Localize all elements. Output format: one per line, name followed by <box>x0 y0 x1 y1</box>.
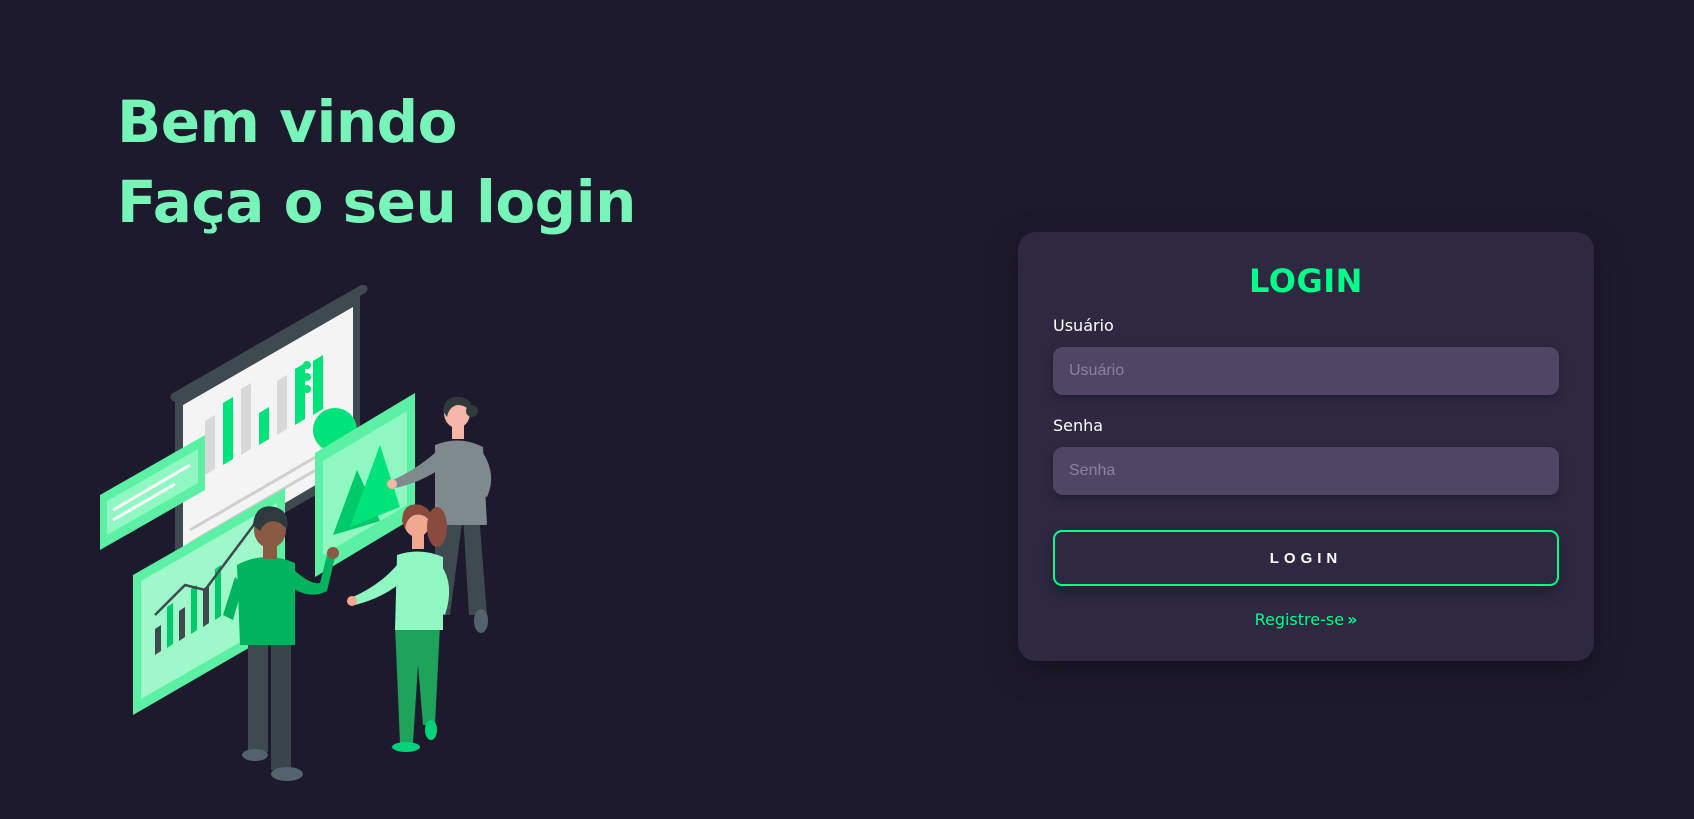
register-link-label: Registre-se <box>1254 610 1345 629</box>
welcome-line-2: Faça o seu login <box>117 168 636 236</box>
username-input[interactable] <box>1053 347 1559 395</box>
team-dashboard-illustration <box>95 284 545 795</box>
welcome-line-1: Bem vindo <box>117 88 458 156</box>
welcome-heading: Bem vindo Faça o seu login <box>117 82 636 242</box>
password-input[interactable] <box>1053 447 1559 495</box>
password-label: Senha <box>1053 416 1104 435</box>
double-chevron-right-icon: » <box>1347 610 1358 629</box>
login-button[interactable]: LOGIN <box>1053 530 1559 586</box>
login-card: LOGIN Usuário Senha LOGIN Registre-se» <box>1018 232 1594 661</box>
login-page: Bem vindo Faça o seu login LOGIN Usuário… <box>0 0 1694 819</box>
login-title: LOGIN <box>1249 262 1363 300</box>
username-label: Usuário <box>1053 316 1114 335</box>
register-link[interactable]: Registre-se» <box>1018 610 1594 629</box>
